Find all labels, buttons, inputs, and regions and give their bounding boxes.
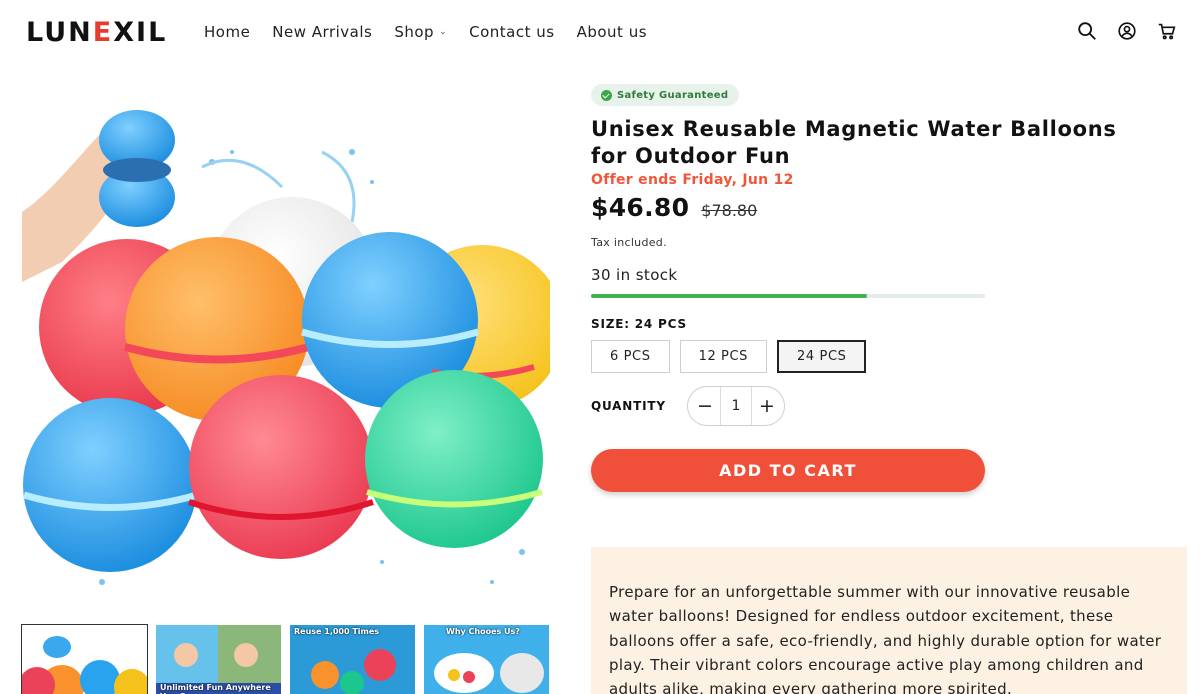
- quantity-input[interactable]: [723, 398, 749, 414]
- thumbnail-4[interactable]: Why Chooes Us?: [424, 625, 549, 694]
- quantity-decrease-button[interactable]: −: [692, 395, 718, 417]
- price-row: $46.80 $78.80: [591, 193, 1191, 222]
- nav-new-arrivals[interactable]: New Arrivals: [272, 23, 372, 41]
- thumbnail-3[interactable]: Reuse 1,000 Times: [290, 625, 415, 694]
- size-option-12[interactable]: 12 PCS: [679, 340, 768, 373]
- size-options: 6 PCS 12 PCS 24 PCS: [591, 340, 1191, 373]
- thumbnail-1[interactable]: [21, 624, 148, 694]
- chevron-down-icon: ⌄: [439, 27, 448, 37]
- brand-logo[interactable]: LUNEXIL: [26, 17, 167, 48]
- nav-shop[interactable]: Shop ⌄: [394, 23, 447, 41]
- add-to-cart-button[interactable]: ADD TO CART: [591, 449, 985, 492]
- nav-about-label: About us: [576, 23, 648, 41]
- quantity-stepper: − +: [687, 386, 785, 426]
- nav-new-arrivals-label: New Arrivals: [272, 23, 373, 41]
- account-icon[interactable]: [1116, 20, 1138, 42]
- nav-contact-us[interactable]: Contact us: [469, 23, 554, 41]
- stock-progress-bar: [591, 294, 985, 298]
- site-header: LUNEXIL Home New Arrivals Shop ⌄ Contact …: [0, 0, 1200, 66]
- badge-label: Safety Guaranteed: [617, 89, 729, 101]
- thumbnail-caption: Unlimited Fun Anywhere You Go: [160, 683, 271, 694]
- quantity-label: QUANTITY: [591, 399, 666, 413]
- stock-progress-fill: [591, 294, 867, 298]
- thumbnail-strip: Unlimited Fun Anywhere You Go Reuse 1,00…: [21, 624, 549, 694]
- search-icon[interactable]: [1076, 20, 1098, 42]
- tax-note: Tax included.: [591, 236, 667, 249]
- thumbnail-image: [22, 625, 147, 694]
- stock-status: 30 in stock: [591, 266, 678, 284]
- nav-home[interactable]: Home: [204, 23, 250, 41]
- logo-text-start: LUN: [26, 17, 93, 48]
- product-main-image[interactable]: [22, 92, 550, 604]
- logo-text-end: XIL: [113, 17, 168, 48]
- product-info: Safety Guaranteed Unisex Reusable Magnet…: [591, 84, 1191, 492]
- size-option-6[interactable]: 6 PCS: [591, 340, 670, 373]
- main-nav: Home New Arrivals Shop ⌄ Contact us About…: [204, 23, 669, 41]
- product-title: Unisex Reusable Magnetic Water Balloons …: [591, 117, 1117, 168]
- thumbnail-caption: Why Chooes Us?: [446, 627, 520, 636]
- header-actions: [1076, 20, 1178, 42]
- stepper-divider: [751, 387, 752, 425]
- check-badge-icon: [601, 89, 612, 101]
- size-option-24[interactable]: 24 PCS: [777, 340, 867, 373]
- stepper-divider: [720, 387, 721, 425]
- thumbnail-caption: Reuse 1,000 Times: [294, 627, 380, 636]
- compare-price: $78.80: [701, 201, 758, 220]
- size-label: SIZE: 24 PCS: [591, 317, 687, 331]
- cart-icon[interactable]: [1156, 20, 1178, 42]
- product-description: Prepare for an unforgettable summer with…: [591, 547, 1187, 694]
- quantity-increase-button[interactable]: +: [754, 395, 780, 417]
- safety-badge: Safety Guaranteed: [591, 84, 740, 106]
- nav-contact-label: Contact us: [469, 23, 555, 41]
- water-balloons-image: [22, 110, 550, 585]
- offer-countdown: Offer ends Friday, Jun 12: [591, 172, 794, 188]
- quantity-row: QUANTITY − +: [591, 386, 1191, 426]
- thumbnail-2[interactable]: Unlimited Fun Anywhere You Go: [156, 625, 281, 694]
- nav-about-us[interactable]: About us: [577, 23, 647, 41]
- nav-home-label: Home: [204, 23, 251, 41]
- description-text: Prepare for an unforgettable summer with…: [609, 583, 1162, 694]
- logo-accent-letter: E: [92, 17, 114, 48]
- sale-price: $46.80: [591, 193, 690, 222]
- nav-shop-label: Shop: [394, 23, 435, 41]
